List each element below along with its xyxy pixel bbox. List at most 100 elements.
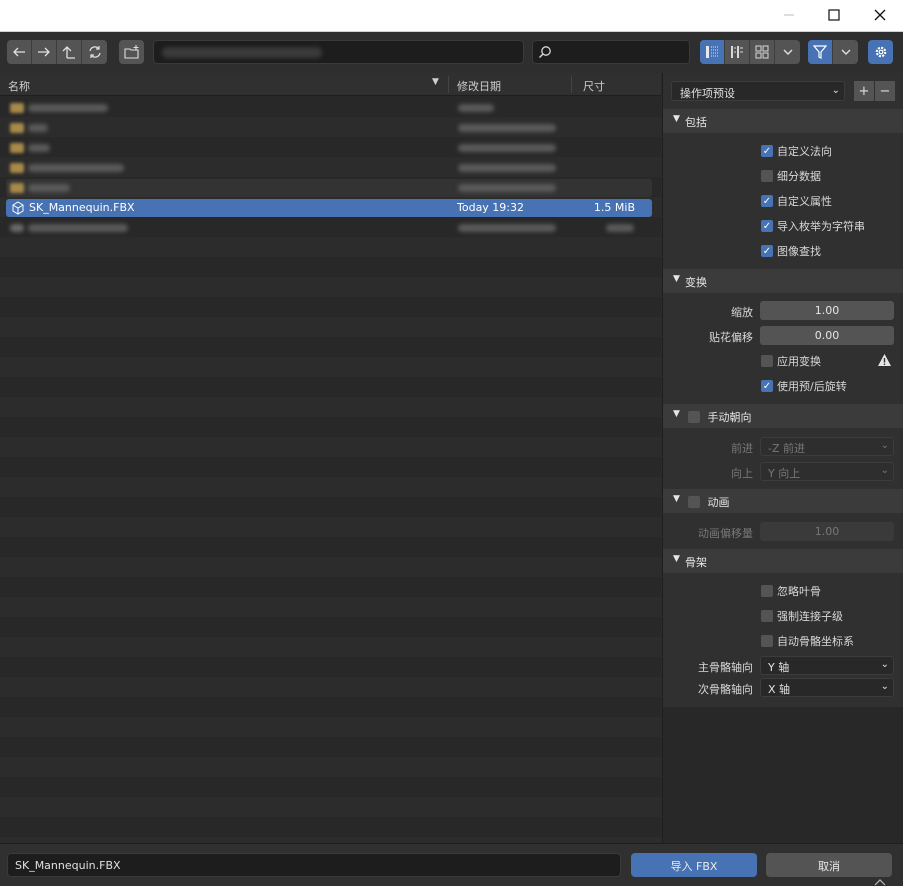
new-folder-icon[interactable]: [119, 40, 144, 64]
redacted-size: [606, 224, 634, 232]
checkbox-label: 强制连接子级: [777, 610, 843, 623]
list-item[interactable]: [6, 179, 652, 197]
folder-icon: [10, 103, 24, 113]
minimize-icon[interactable]: [766, 0, 812, 30]
redacted-date: [458, 184, 556, 192]
force-connect-children-checkbox[interactable]: 强制连接子级: [761, 608, 843, 624]
enum-as-string-checkbox[interactable]: ✓ 导入枚举为字符串: [761, 218, 865, 234]
add-preset-button[interactable]: +: [854, 81, 874, 101]
filter-group: [808, 40, 858, 64]
apply-transform-checkbox[interactable]: 应用变换: [761, 353, 821, 369]
redacted-name: [28, 184, 70, 192]
image-search-checkbox[interactable]: ✓ 图像查找: [761, 243, 821, 259]
decal-offset-field[interactable]: 0.00: [760, 326, 894, 345]
list-item-selected[interactable]: SK_Mannequin.FBX Today 19:32 1.5 MiB: [6, 199, 652, 217]
settings-group: [868, 40, 893, 64]
list-item[interactable]: [6, 219, 652, 237]
list-item[interactable]: [6, 139, 652, 157]
cancel-button[interactable]: 取消: [766, 853, 892, 877]
auto-bone-orientation-checkbox[interactable]: 自动骨骼坐标系: [761, 633, 854, 649]
sort-descending-icon[interactable]: ▼: [432, 77, 439, 87]
section-include-header[interactable]: ▼ 包括: [663, 109, 903, 133]
vertical-list-icon[interactable]: [700, 40, 725, 64]
dropdown-value: -Z 前进: [768, 442, 806, 455]
column-divider[interactable]: [448, 76, 449, 93]
section-title: 骨架: [685, 556, 707, 569]
section-transform-header[interactable]: ▼ 变换: [663, 269, 903, 293]
redacted-date: [458, 224, 556, 232]
checkmark-icon: ✓: [761, 145, 773, 157]
section-transform-body: 缩放 1.00 贴花偏移 0.00 应用变换 ✓ 使用预/后旋转: [663, 293, 903, 403]
ignore-leaf-bones-checkbox[interactable]: 忽略叶骨: [761, 583, 821, 599]
primary-bone-axis-dropdown[interactable]: Y 轴 ⌄: [760, 656, 894, 675]
refresh-icon[interactable]: [82, 40, 107, 64]
checkmark-icon: ✓: [761, 380, 773, 392]
panel-empty-area: [663, 707, 903, 843]
import-fbx-button[interactable]: 导入 FBX: [631, 853, 757, 877]
section-manual-orientation-header[interactable]: ▼ 手动朝向: [663, 404, 903, 428]
checkbox-label: 细分数据: [777, 170, 821, 183]
section-armature-body: 忽略叶骨 强制连接子级 自动骨骼坐标系 主骨骼轴向 Y 轴 ⌄ 次骨骼轴向 X …: [663, 573, 903, 703]
section-animation-header[interactable]: ▼ 动画: [663, 489, 903, 513]
chevron-down-icon: ⌄: [880, 440, 889, 451]
chevron-down-icon: ⌄: [880, 465, 889, 476]
checkbox-box: [761, 170, 773, 182]
up-axis-dropdown[interactable]: Y 向上 ⌄: [760, 462, 894, 481]
section-title: 手动朝向: [707, 411, 752, 424]
checkmark-icon: ✓: [761, 195, 773, 207]
secondary-bone-axis-dropdown[interactable]: X 轴 ⌄: [760, 678, 894, 697]
chevron-down-icon: ⌄: [831, 85, 840, 96]
thumbnails-icon[interactable]: [750, 40, 775, 64]
file-icon: [10, 224, 24, 232]
collapse-triangle-icon: ▼: [673, 114, 680, 124]
subdivision-checkbox[interactable]: 细分数据: [761, 168, 821, 184]
filter-icon[interactable]: [808, 40, 833, 64]
forward-icon[interactable]: [32, 40, 57, 64]
remove-preset-button[interactable]: −: [875, 81, 895, 101]
column-name-header[interactable]: 名称: [8, 78, 30, 94]
gear-icon[interactable]: [868, 40, 893, 64]
custom-props-checkbox[interactable]: ✓ 自定义属性: [761, 193, 832, 209]
search-icon: [539, 46, 551, 58]
new-directory-group: [119, 40, 144, 64]
filename-input[interactable]: SK_Mannequin.FBX: [7, 853, 621, 877]
forward-axis-dropdown[interactable]: -Z 前进 ⌄: [760, 437, 894, 456]
manual-orientation-checkbox[interactable]: [688, 411, 700, 423]
collapse-up-icon[interactable]: [873, 878, 887, 886]
section-include-body: ✓ 自定义法向 细分数据 ✓ 自定义属性 ✓ 导入枚举为字符串 ✓ 图像查找: [663, 133, 903, 263]
section-title: 变换: [685, 276, 707, 289]
primary-bone-axis-label: 主骨骼轴向: [698, 661, 753, 674]
checkbox-label: 自动骨骼坐标系: [777, 635, 854, 648]
scale-field[interactable]: 1.00: [760, 301, 894, 320]
back-icon[interactable]: [7, 40, 32, 64]
operator-presets-dropdown[interactable]: 操作项预设 ⌄: [671, 81, 845, 101]
section-title: 包括: [685, 116, 707, 129]
file-list-header: 名称 ▼ 修改日期 尺寸: [0, 73, 661, 96]
display-settings-chevron-icon[interactable]: [775, 40, 800, 64]
column-date-header[interactable]: 修改日期: [457, 78, 501, 94]
custom-normals-checkbox[interactable]: ✓ 自定义法向: [761, 143, 832, 159]
use-prepost-rotation-checkbox[interactable]: ✓ 使用预/后旋转: [761, 378, 847, 394]
section-armature-header[interactable]: ▼ 骨架: [663, 549, 903, 573]
directory-path-input[interactable]: [153, 40, 524, 64]
list-item[interactable]: [6, 99, 652, 117]
filter-settings-chevron-icon[interactable]: [833, 40, 858, 64]
collapse-triangle-icon: ▼: [673, 409, 680, 419]
path-redacted: [162, 47, 322, 58]
close-icon[interactable]: [857, 0, 903, 30]
animation-checkbox[interactable]: [688, 496, 700, 508]
column-divider[interactable]: [571, 76, 572, 93]
chevron-down-icon: ⌄: [880, 681, 889, 692]
list-item[interactable]: [6, 119, 652, 137]
parent-directory-icon[interactable]: [57, 40, 82, 64]
column-size-header[interactable]: 尺寸: [583, 78, 605, 94]
checkbox-label: 忽略叶骨: [777, 585, 821, 598]
collapse-triangle-icon: ▼: [673, 274, 680, 284]
horizontal-list-icon[interactable]: [725, 40, 750, 64]
redacted-name: [28, 104, 108, 112]
list-item[interactable]: [6, 159, 652, 177]
section-title: 动画: [707, 496, 730, 509]
search-input[interactable]: [532, 40, 690, 64]
maximize-icon[interactable]: [811, 0, 857, 30]
animation-offset-field[interactable]: 1.00: [760, 522, 894, 541]
